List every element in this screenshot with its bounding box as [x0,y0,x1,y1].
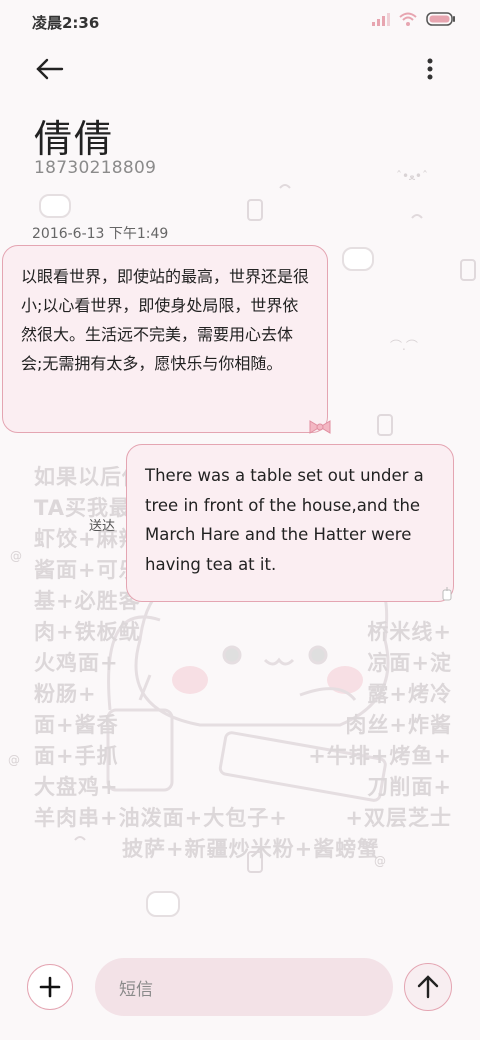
message-text: 以眼看世界，即使站的最高，世界还是很小;以心看世界，即使身处局限，世界依然很大。… [21,267,310,373]
more-menu-button[interactable] [416,52,444,88]
svg-text:@: @ [8,753,20,767]
send-button[interactable] [404,963,452,1011]
svg-text:@: @ [10,549,22,563]
plus-icon [39,976,61,998]
outgoing-message-bubble[interactable]: There was a table set out under a tree i… [126,444,454,602]
wallpaper-line: +牛排+烤鱼+ [308,744,452,768]
wallpaper-line: +双层芝士 [345,806,452,830]
contact-name: 倩倩 [34,117,115,161]
svg-text:ˆ•ﻌ•ˆ: ˆ•ﻌ•ˆ [396,169,428,183]
add-attachment-button[interactable] [27,964,73,1010]
message-timestamp: 2016-6-13 下午1:49 [32,226,169,242]
sms-input[interactable]: 短信 [95,958,393,1016]
message-text: There was a table set out under a tree i… [145,466,424,574]
svg-text:⌒.⌒: ⌒.⌒ [390,339,418,353]
status-icons [372,11,456,30]
incoming-message-bubble[interactable]: 以眼看世界，即使站的最高，世界还是很小;以心看世界，即使身处局限，世界依然很大。… [2,245,328,433]
sms-input-placeholder: 短信 [119,979,153,1000]
cup-icon [441,586,453,605]
back-button[interactable] [32,52,68,88]
signal-icon [372,11,390,30]
send-arrow-icon [417,975,439,999]
wallpaper-line: 桥米线+ [367,620,452,644]
wallpaper-line: 肉丝+炸酱 [345,713,452,737]
bow-icon [308,418,332,440]
wallpaper-line: 露+烤冷 [367,682,452,706]
wallpaper-line: 凉面+淀 [367,651,452,675]
delivery-status: 送达 [89,519,116,534]
back-arrow-icon [36,58,64,80]
wallpaper-line: 披萨+新疆炒米粉+酱螃蟹 [122,837,380,861]
status-time: 凌晨2:36 [32,14,100,32]
more-vertical-icon [427,58,433,80]
wallpaper-line: 刀削面+ [367,775,452,799]
battery-icon [426,11,456,30]
contact-number[interactable]: 18730218809 [34,158,156,178]
wifi-icon [398,11,418,30]
